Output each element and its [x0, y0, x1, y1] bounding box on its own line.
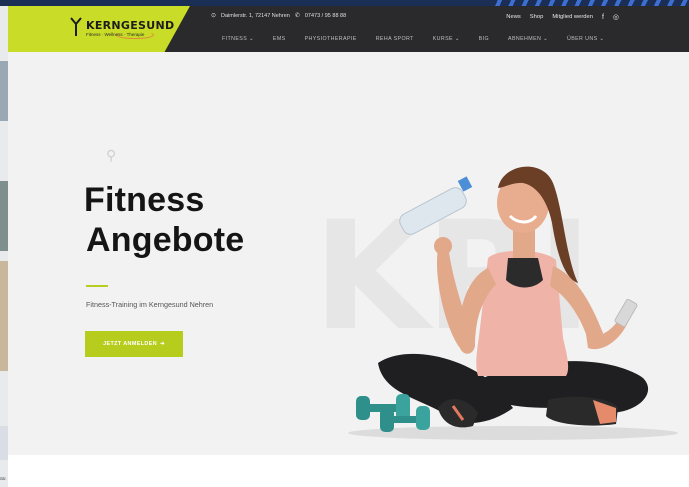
- contact-info: ⊙ Daimlerstr. 1, 72147 Nehren ✆ 07473 / …: [211, 12, 346, 20]
- hero-section: KRI ⚲ Fitness Angebote Fitness-Training …: [8, 52, 689, 455]
- utility-nav: News Shop Mitglied werden f ◎: [506, 13, 619, 22]
- nav-item-ems[interactable]: EMS: [273, 36, 286, 42]
- site-header: KERNGESUND Fitness · Wellness · Therapie…: [8, 6, 689, 52]
- background-image-fragment: [0, 61, 8, 121]
- brand-tagline: Fitness · Wellness · Therapie: [86, 32, 145, 37]
- decorative-dumbbell-icon: ⚲: [106, 147, 117, 163]
- brand-name: KERNGESUND: [86, 19, 175, 32]
- phone-icon: ✆: [294, 13, 300, 19]
- nav-item-fitness[interactable]: FITNESS ⌄: [222, 36, 254, 42]
- background-image-fragment: [0, 261, 8, 371]
- instagram-icon[interactable]: ◎: [613, 13, 619, 21]
- main-nav: FITNESS ⌄ EMS PHYSIOTHERAPIE REHA SPORT …: [222, 36, 623, 42]
- background-page-text-fragment: au: [0, 476, 6, 482]
- nav-item-physiotherapie[interactable]: PHYSIOTHERAPIE: [305, 36, 357, 42]
- nav-item-ueber-uns[interactable]: ÜBER UNS ⌄: [567, 36, 604, 42]
- facebook-icon[interactable]: f: [602, 14, 604, 21]
- nav-item-abnehmen[interactable]: ABNEHMEN ⌄: [508, 36, 548, 42]
- background-image-fragment: [0, 181, 8, 251]
- title-accent-line: [86, 285, 108, 287]
- hero-title-line2: Angebote: [86, 221, 245, 259]
- background-page-sliver: [0, 6, 8, 487]
- page-bottom-area: [8, 455, 689, 487]
- hero-title-line1: Fitness: [84, 181, 205, 219]
- hero-subtitle: Fitness-Training im Kerngesund Nehren: [86, 300, 214, 309]
- nav-item-reha-sport[interactable]: REHA SPORT: [376, 36, 414, 42]
- shop-link[interactable]: Shop: [530, 14, 544, 20]
- arrow-right-icon: ➜: [160, 341, 165, 347]
- news-link[interactable]: News: [506, 14, 521, 20]
- location-pin-icon: ⊙: [211, 13, 217, 19]
- hero-woman-illustration: [348, 166, 678, 440]
- nav-item-big[interactable]: BIG: [479, 36, 489, 42]
- contact-address[interactable]: Daimlerstr. 1, 72147 Nehren: [221, 13, 290, 19]
- signup-button[interactable]: JETZT ANMELDEN ➜: [85, 331, 183, 357]
- background-image-fragment: [0, 426, 8, 460]
- contact-phone[interactable]: 07473 / 95 88 88: [305, 13, 346, 19]
- nav-item-kurse[interactable]: KURSE ⌄: [433, 36, 460, 42]
- logo-mark-icon: [70, 17, 82, 36]
- signup-button-label: JETZT ANMELDEN: [103, 341, 157, 347]
- logo[interactable]: KERNGESUND Fitness · Wellness · Therapie: [8, 6, 190, 52]
- hero-title: Fitness Angebote: [84, 180, 244, 260]
- member-link[interactable]: Mitglied werden: [552, 14, 593, 20]
